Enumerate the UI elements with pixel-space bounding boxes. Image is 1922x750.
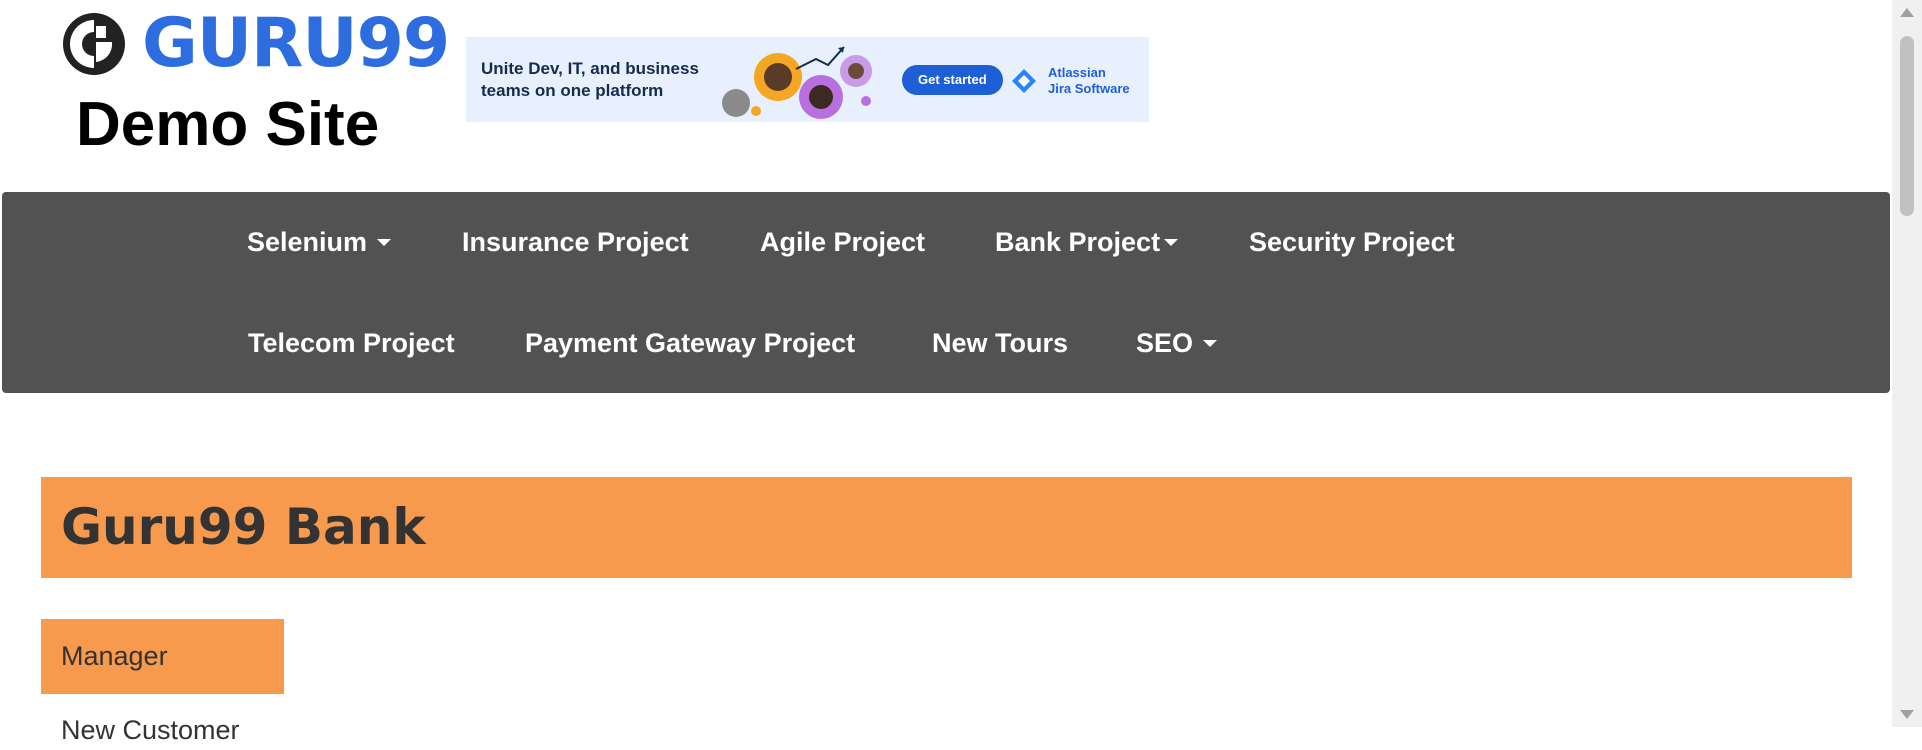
nav-row-1: Selenium Insurance Project Agile Project… bbox=[2, 192, 1890, 292]
banner-illustration bbox=[722, 46, 872, 119]
banner-text: Unite Dev, IT, and business teams on one… bbox=[481, 59, 699, 100]
scroll-up-arrow-icon[interactable] bbox=[1900, 8, 1914, 17]
chevron-down-icon bbox=[1203, 340, 1218, 348]
nav-item-telecom-project[interactable]: Telecom Project bbox=[248, 293, 455, 393]
nav-label: Agile Project bbox=[760, 227, 926, 257]
nav-item-security-project[interactable]: Security Project bbox=[1249, 192, 1455, 292]
logo-subtitle: Demo Site bbox=[76, 90, 380, 159]
jira-diamond-icon bbox=[1012, 69, 1036, 93]
chevron-down-icon bbox=[377, 239, 392, 247]
nav-label: Selenium bbox=[247, 227, 368, 257]
vertical-scrollbar[interactable] bbox=[1892, 0, 1922, 727]
nav-label: Bank Project bbox=[995, 227, 1161, 257]
nav-label: SEO bbox=[1136, 328, 1194, 358]
brand-line2: Jira Software bbox=[1048, 81, 1130, 96]
sidebar-item-new-customer[interactable]: New Customer bbox=[61, 710, 240, 750]
get-started-button[interactable]: Get started bbox=[902, 65, 1003, 95]
chevron-down-icon bbox=[1164, 239, 1179, 247]
nav-item-agile-project[interactable]: Agile Project bbox=[760, 192, 925, 292]
bank-header: Guru99 Bank bbox=[41, 477, 1852, 578]
nav-item-bank-project[interactable]: Bank Project bbox=[995, 192, 1179, 292]
main-nav: Selenium Insurance Project Agile Project… bbox=[2, 192, 1890, 393]
nav-label: Telecom Project bbox=[248, 328, 455, 358]
nav-item-new-tours[interactable]: New Tours bbox=[932, 293, 1068, 393]
scroll-down-arrow-icon[interactable] bbox=[1900, 710, 1914, 719]
nav-label: New Tours bbox=[932, 328, 1069, 358]
nav-item-seo[interactable]: SEO bbox=[1136, 293, 1218, 393]
logo-text: GURU99 bbox=[142, 4, 450, 83]
brand-text: Atlassian Jira Software bbox=[1048, 65, 1130, 97]
nav-label: Insurance Project bbox=[462, 227, 689, 257]
site-logo[interactable]: GURU99 Demo Site bbox=[62, 4, 450, 159]
sidebar-heading-label: Manager bbox=[61, 641, 168, 671]
guru99-logo-icon bbox=[63, 13, 125, 75]
nav-row-2: Telecom Project Payment Gateway Project … bbox=[2, 293, 1890, 393]
sidebar-heading-manager[interactable]: Manager bbox=[41, 619, 284, 694]
nav-item-insurance-project[interactable]: Insurance Project bbox=[462, 192, 689, 292]
nav-label: Security Project bbox=[1249, 227, 1455, 257]
nav-item-selenium[interactable]: Selenium bbox=[247, 192, 392, 292]
page-title: Guru99 Bank bbox=[61, 498, 426, 556]
scrollbar-thumb[interactable] bbox=[1900, 36, 1914, 216]
brand-line1: Atlassian bbox=[1048, 65, 1106, 80]
atlassian-brand: Atlassian Jira Software bbox=[1012, 61, 1142, 101]
nav-item-payment-gateway-project[interactable]: Payment Gateway Project bbox=[525, 293, 855, 393]
nav-label: Payment Gateway Project bbox=[525, 328, 856, 358]
ad-banner[interactable]: Unite Dev, IT, and business teams on one… bbox=[466, 37, 1149, 122]
